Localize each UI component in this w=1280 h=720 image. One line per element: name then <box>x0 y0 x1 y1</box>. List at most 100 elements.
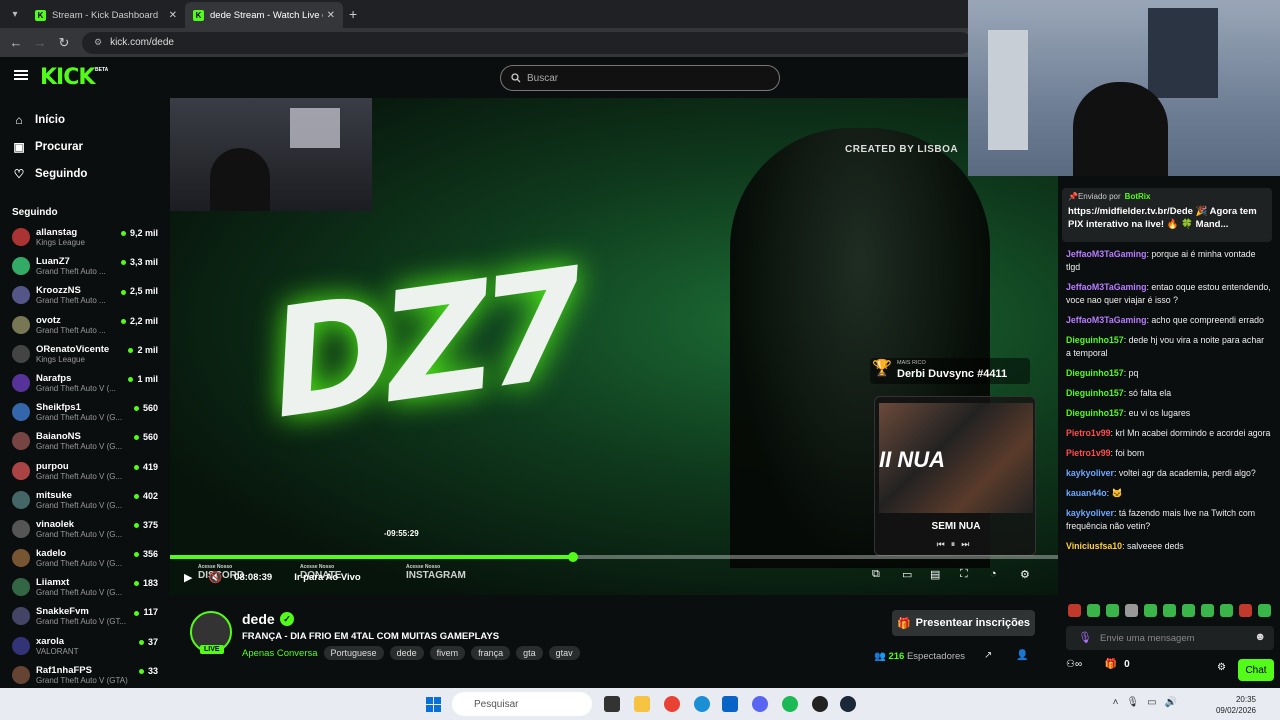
tag[interactable]: gta <box>516 646 543 660</box>
volume-icon[interactable]: 🔇 <box>208 571 222 584</box>
emote-icon[interactable] <box>1201 604 1214 617</box>
chat-username[interactable]: Pietro1v99 <box>1066 448 1111 458</box>
send-chat-button[interactable]: Chat <box>1238 659 1274 681</box>
streamer-name[interactable]: dede <box>242 611 275 627</box>
emote-icon[interactable] <box>1182 604 1195 617</box>
chat-username[interactable]: kauan44o <box>1066 488 1107 498</box>
chat-username[interactable]: Viniciusfsa10 <box>1066 541 1122 551</box>
chat-username[interactable]: Dieguinho157 <box>1066 368 1124 378</box>
kick-logo[interactable]: KICK <box>40 65 95 90</box>
tag[interactable]: fivem <box>429 646 466 660</box>
emote-icon[interactable] <box>1106 604 1119 617</box>
chat-username[interactable]: JeffaoM3TaGaming <box>1066 315 1147 325</box>
chat-input[interactable]: 🎙 Envie uma mensagem ☻ <box>1066 626 1274 650</box>
emote-icon[interactable] <box>1144 604 1157 617</box>
followed-channel[interactable]: kadelo Grand Theft Auto V (G... 356 <box>0 544 170 573</box>
obs-icon[interactable] <box>812 696 828 712</box>
steam-icon[interactable] <box>840 696 856 712</box>
chat-username[interactable]: Dieguinho157 <box>1066 388 1124 398</box>
seek-bar[interactable] <box>170 552 1058 562</box>
chrome-icon[interactable] <box>664 696 680 712</box>
chat-username[interactable]: Pietro1v99 <box>1066 428 1111 438</box>
tab-search-icon[interactable]: ▾ <box>3 4 27 24</box>
followed-channel[interactable]: ovotz Grand Theft Auto ... 2,2 mil <box>0 311 170 340</box>
emote-icon[interactable] <box>1220 604 1233 617</box>
back-icon[interactable]: ← <box>4 35 28 50</box>
gift-subs-button[interactable]: 🎁 Presentear inscrições <box>892 610 1035 636</box>
outlook-icon[interactable] <box>722 696 738 712</box>
channel-points-icon[interactable]: ⚇∞ <box>1066 659 1082 670</box>
tag[interactable]: dede <box>389 646 424 660</box>
chat-username[interactable]: JeffaoM3TaGaming <box>1066 282 1147 292</box>
chat-username[interactable]: Dieguinho157 <box>1066 408 1124 418</box>
followed-channel[interactable]: Narafps Grand Theft Auto V (... 1 mil <box>0 369 170 398</box>
share-icon[interactable]: ↗ <box>984 650 992 661</box>
tag[interactable]: Portuguese <box>323 646 384 660</box>
close-tab-icon[interactable]: ✕ <box>327 10 335 21</box>
speed-icon[interactable]: ◔ <box>990 568 997 580</box>
followed-channel[interactable]: purpou Grand Theft Auto V (G... 419 <box>0 457 170 486</box>
followed-channel[interactable]: KroozzNS Grand Theft Auto ... 2,5 mil <box>0 281 170 310</box>
followed-channel[interactable]: allanstag Kings League 9,2 mil <box>0 223 170 252</box>
chat-settings-icon[interactable]: ⚙ <box>1217 662 1226 673</box>
chat-username[interactable]: JeffaoM3TaGaming <box>1066 249 1147 259</box>
spotify-icon[interactable] <box>782 696 798 712</box>
tab-dede-stream[interactable]: K dede Stream - Watch Live on Kick ✕ <box>185 2 343 28</box>
tag[interactable]: frança <box>471 646 511 660</box>
edge-icon[interactable] <box>694 696 710 712</box>
forward-icon[interactable]: → <box>28 35 52 50</box>
go-live-button[interactable]: Ir para Ao Vivo <box>294 572 361 583</box>
file-explorer-icon[interactable] <box>634 696 650 712</box>
windows-start-icon[interactable] <box>426 697 442 713</box>
reload-icon[interactable]: ↻ <box>52 35 76 51</box>
site-info-icon[interactable]: ⚙ <box>94 37 102 48</box>
nav-home[interactable]: ⌂ Início <box>0 106 170 133</box>
url-field[interactable]: ⚙ kick.com/dede <box>82 31 972 54</box>
nav-following[interactable]: ♡ Seguindo <box>0 160 170 187</box>
microphone-icon[interactable]: 🎙 <box>1078 631 1092 644</box>
emote-icon[interactable] <box>1258 604 1271 617</box>
fullscreen-icon[interactable]: ⛶ <box>960 568 968 581</box>
followed-channel[interactable]: vinaolek Grand Theft Auto V (G... 375 <box>0 515 170 544</box>
followed-channel[interactable]: Liiamxt Grand Theft Auto V (G... 183 <box>0 573 170 602</box>
followed-channel[interactable]: SnakkeFvm Grand Theft Auto V (GT... 117 <box>0 602 170 631</box>
play-icon[interactable]: ▶ <box>184 571 192 584</box>
emote-icon[interactable] <box>1068 604 1081 617</box>
followed-channel[interactable]: xarola VALORANT 37 <box>0 632 170 661</box>
settings-icon[interactable]: ⚙ <box>1020 568 1030 581</box>
followed-channel[interactable]: BaianoNS Grand Theft Auto V (G... 560 <box>0 427 170 456</box>
category-link[interactable]: Apenas Conversa <box>242 648 318 659</box>
theater-mode-icon[interactable]: ▭ <box>902 568 912 581</box>
task-view-icon[interactable] <box>604 696 620 712</box>
chat-username[interactable]: kaykyoliver <box>1066 508 1114 518</box>
tag[interactable]: gtav <box>548 646 580 660</box>
clip-icon[interactable]: ▤ <box>930 568 940 581</box>
menu-icon[interactable] <box>14 70 28 80</box>
emoji-icon[interactable]: ☻ <box>1254 631 1266 643</box>
gift-box-icon[interactable]: 🎁 <box>1105 659 1117 670</box>
video-player[interactable]: DZ7 CREATED BY LISBOA 🏆 MAIS RICO Derbi … <box>170 98 1058 595</box>
emote-icon[interactable] <box>1125 604 1138 617</box>
chat-username[interactable]: Dieguinho157 <box>1066 335 1124 345</box>
new-tab-icon[interactable]: + <box>349 6 357 22</box>
search-input[interactable]: Buscar <box>500 65 780 91</box>
followed-channel[interactable]: ORenatoVicente Kings League 2 mil <box>0 340 170 369</box>
follow-user-icon[interactable]: 👤 <box>1016 650 1028 661</box>
emote-icon[interactable] <box>1239 604 1252 617</box>
emote-icon[interactable] <box>1087 604 1100 617</box>
taskbar-clock[interactable]: 20:35 09/02/2026 <box>1216 694 1256 716</box>
nav-browse[interactable]: ▣ Procurar <box>0 133 170 160</box>
seek-handle[interactable] <box>568 552 579 562</box>
tab-kick-dashboard[interactable]: K Stream - Kick Dashboard ✕ <box>27 2 185 28</box>
followed-channel[interactable]: mitsuke Grand Theft Auto V (G... 402 <box>0 486 170 515</box>
followed-channel[interactable]: LuanZ7 Grand Theft Auto ... 3,3 mil <box>0 252 170 281</box>
mini-player-icon[interactable]: ⧉ <box>872 568 880 581</box>
system-tray-icons[interactable]: ˄🎙▭🔊 <box>1113 697 1185 708</box>
pinned-message[interactable]: 📌 Enviado por BotRix https://midfielder.t… <box>1062 188 1272 242</box>
chat-username[interactable]: kaykyoliver <box>1066 468 1114 478</box>
taskbar-search-input[interactable]: Pesquisar <box>452 692 592 716</box>
followed-channel[interactable]: Sheikfps1 Grand Theft Auto V (G... 560 <box>0 398 170 427</box>
emote-icon[interactable] <box>1163 604 1176 617</box>
followed-channel[interactable]: Raf1nhaFPS Grand Theft Auto V (GTA) 33 <box>0 661 170 690</box>
discord-icon[interactable] <box>752 696 768 712</box>
